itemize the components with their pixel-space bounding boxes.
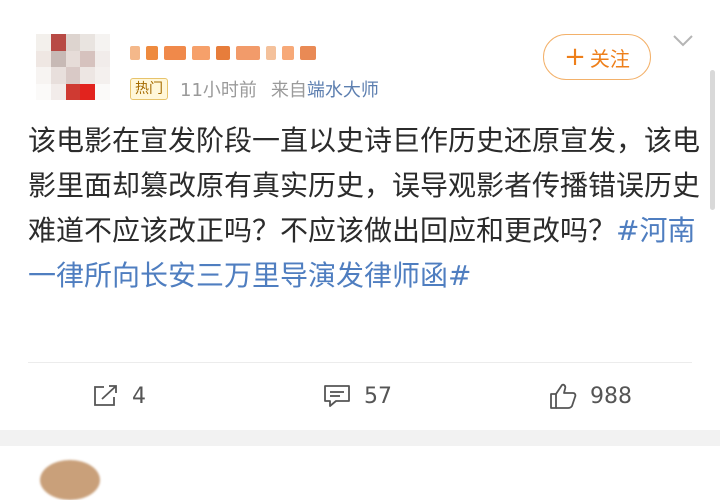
source-prefix: 来自 bbox=[270, 80, 307, 101]
post-time: 11小时前 bbox=[180, 80, 257, 101]
like-button[interactable]: 988 bbox=[548, 372, 632, 420]
follow-button[interactable]: + 关注 bbox=[543, 34, 651, 80]
feed-separator bbox=[0, 430, 720, 446]
repost-button[interactable]: 4 bbox=[92, 372, 146, 420]
post-content: 该电影在宣发阶段一直以史诗巨作历史还原宣发，该电影里面却篡改原有真实历史，误导观… bbox=[28, 118, 700, 298]
comment-button[interactable]: 57 bbox=[322, 372, 392, 420]
chevron-down-icon[interactable] bbox=[672, 33, 694, 49]
post-text: 该电影在宣发阶段一直以史诗巨作历史还原宣发，该电影里面却篡改原有真实历史，误导观… bbox=[28, 124, 701, 247]
avatar[interactable] bbox=[36, 34, 110, 100]
like-count: 988 bbox=[590, 383, 632, 409]
action-bar: 4 57 988 bbox=[0, 372, 720, 420]
plus-icon: + bbox=[564, 42, 586, 72]
repost-icon bbox=[94, 385, 117, 406]
scrollbar[interactable] bbox=[710, 70, 715, 210]
next-post-avatar[interactable] bbox=[40, 460, 100, 500]
next-post-preview[interactable] bbox=[0, 446, 720, 500]
follow-label: 关注 bbox=[589, 46, 630, 71]
weibo-post-card: 热门 11小时前 来自 端水大师 + 关注 该电影在宣发阶段一直以史诗巨作历史还… bbox=[0, 0, 720, 430]
post-meta: 热门 11小时前 来自 端水大师 bbox=[130, 76, 379, 102]
comment-icon bbox=[324, 385, 350, 407]
source-link[interactable]: 端水大师 bbox=[307, 76, 379, 102]
repost-count: 4 bbox=[132, 383, 146, 409]
divider bbox=[28, 362, 692, 363]
username-blurred[interactable] bbox=[130, 40, 430, 66]
comment-count: 57 bbox=[364, 383, 392, 409]
like-icon bbox=[550, 383, 577, 409]
hot-badge: 热门 bbox=[130, 78, 168, 100]
